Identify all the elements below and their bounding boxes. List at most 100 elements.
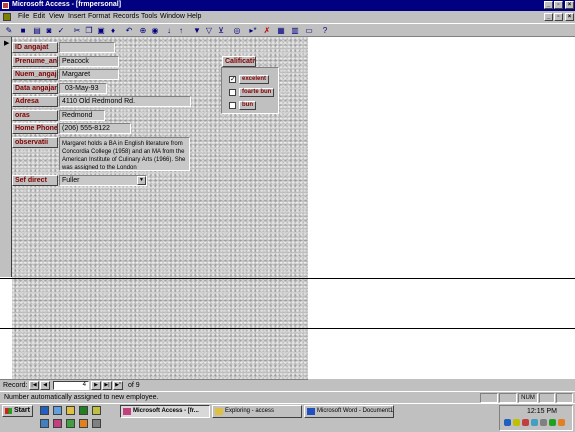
menu-format[interactable]: Format	[88, 13, 110, 20]
print-preview-icon[interactable]: ◙	[44, 26, 54, 35]
minimize-button[interactable]: _	[544, 1, 553, 9]
record-selector[interactable]: ▶	[0, 37, 12, 277]
cut-icon[interactable]: ✂	[72, 26, 82, 35]
form-control-menu-icon[interactable]	[3, 13, 11, 21]
menu-tools[interactable]: Tools	[141, 13, 157, 20]
save-icon[interactable]: ■	[18, 26, 28, 35]
delete-record-icon[interactable]: ✗	[262, 26, 272, 35]
print-icon[interactable]: ▤	[32, 26, 42, 35]
quicklaunch-explorer-icon[interactable]	[40, 406, 49, 415]
bun-checkbox[interactable]	[229, 102, 236, 109]
quicklaunch-desktop-icon[interactable]	[92, 406, 101, 415]
spelling-icon[interactable]: ✓	[56, 26, 66, 35]
menu-view[interactable]: View	[49, 13, 64, 20]
section-divider	[0, 278, 575, 279]
volume-icon[interactable]	[513, 419, 520, 426]
quicklaunch-channels-icon[interactable]	[79, 406, 88, 415]
menu-help[interactable]: Help	[187, 13, 201, 20]
oras-field[interactable]: Redmond	[59, 110, 105, 121]
antivirus-icon[interactable]	[549, 419, 556, 426]
filter-by-form-icon[interactable]: ▽	[204, 26, 214, 35]
label-adresa: Adresa	[12, 96, 58, 107]
hyperlink-icon[interactable]: ⊕	[138, 26, 148, 35]
doc-close-button[interactable]: ×	[565, 13, 574, 21]
network-icon[interactable]	[504, 419, 511, 426]
first-record-button[interactable]: |◀	[29, 381, 39, 390]
menu-edit[interactable]: Edit	[33, 13, 45, 20]
quicklaunch-tool-icon[interactable]	[92, 419, 101, 428]
menu-file[interactable]: File	[18, 13, 29, 20]
start-label: Start	[14, 407, 30, 414]
new-record-button[interactable]: ▶*	[113, 381, 123, 390]
previous-record-button[interactable]: ◀	[40, 381, 50, 390]
prenume-field[interactable]: Peacock	[59, 56, 119, 67]
record-label: Record:	[3, 382, 28, 389]
dropdown-arrow-icon[interactable]: ▼	[137, 176, 146, 185]
adresa-field[interactable]: 4110 Old Redmond Rd.	[59, 96, 191, 107]
maximize-button[interactable]: ▫	[554, 1, 563, 9]
system-tray: 12:15 PM	[499, 405, 573, 431]
clock[interactable]: 12:15 PM	[527, 408, 557, 415]
menu-window[interactable]: Window	[160, 13, 185, 20]
start-button[interactable]: Start	[2, 405, 33, 417]
quicklaunch-ie-icon[interactable]	[53, 406, 62, 415]
next-record-button[interactable]: ▶	[91, 381, 101, 390]
quicklaunch-access-icon[interactable]	[53, 419, 62, 428]
quicklaunch-powerpoint-icon[interactable]	[79, 419, 88, 428]
last-record-button[interactable]: ▶|	[102, 381, 112, 390]
record-count: of 9	[128, 382, 140, 389]
find-icon[interactable]: ◎	[232, 26, 242, 35]
paste-icon[interactable]: ▣	[96, 26, 106, 35]
task-exploring[interactable]: Exploring - access	[212, 405, 302, 418]
folder-icon	[215, 408, 223, 415]
access-key-icon[interactable]	[2, 2, 9, 9]
status-panel	[499, 393, 517, 403]
help-icon[interactable]: ?	[320, 26, 330, 35]
filter-by-selection-icon[interactable]: ▼	[192, 26, 202, 35]
scheduler-icon[interactable]	[522, 419, 529, 426]
task-word[interactable]: Microsoft Word - Document1	[304, 405, 394, 418]
menu-records[interactable]: Records	[113, 13, 139, 20]
apply-filter-icon[interactable]: ⊻	[216, 26, 226, 35]
label-observatii: observatii	[12, 137, 58, 148]
label-home-phone: Home Phone	[12, 123, 58, 134]
status-bar: Number automatically assigned to new emp…	[0, 391, 575, 403]
close-button[interactable]: ×	[565, 1, 574, 9]
foarte-bun-checkbox[interactable]	[229, 89, 236, 96]
web-toolbar-icon[interactable]: ◉	[150, 26, 160, 35]
sort-descending-icon[interactable]: ↑	[176, 26, 186, 35]
menu-insert[interactable]: Insert	[68, 13, 86, 20]
new-object-icon[interactable]: ▭	[304, 26, 314, 35]
sef-direct-combo[interactable]: Fuller ▼	[59, 175, 147, 186]
database-window-icon[interactable]: ▥	[290, 26, 300, 35]
quicklaunch-outlook-icon[interactable]	[66, 406, 75, 415]
quicklaunch-word-icon[interactable]	[40, 419, 49, 428]
current-record-arrow-icon: ▶	[4, 40, 10, 47]
copy-icon[interactable]: ❐	[84, 26, 94, 35]
calificativ-group-label: Calificativ	[222, 56, 256, 67]
id-angajat-field[interactable]	[59, 42, 115, 53]
task-label: Exploring - access	[225, 408, 275, 414]
observatii-memo-field[interactable]: Margaret holds a BA in English literatur…	[59, 137, 190, 171]
new-record-icon[interactable]: ▸*	[248, 26, 258, 35]
label-sef-direct: Sef direct	[12, 175, 58, 186]
current-record-input[interactable]: 4	[53, 381, 89, 390]
format-painter-icon[interactable]: ♦	[108, 26, 118, 35]
task-access[interactable]: Microsoft Access - [fr...	[120, 405, 210, 418]
properties-icon[interactable]: ▦	[276, 26, 286, 35]
task-tray-icon[interactable]	[558, 419, 565, 426]
display-icon[interactable]	[531, 419, 538, 426]
doc-restore-button[interactable]: ▫	[554, 13, 563, 21]
sort-ascending-icon[interactable]: ↓	[164, 26, 174, 35]
quicklaunch-excel-icon[interactable]	[66, 419, 75, 428]
home-phone-field[interactable]: (206) 555-8122	[59, 123, 131, 134]
design-view-icon[interactable]: ✎	[4, 26, 14, 35]
access-icon	[123, 408, 131, 415]
label-id-angajat: ID angajat	[12, 42, 58, 53]
undo-icon[interactable]: ↶	[124, 26, 134, 35]
data-angajarii-field[interactable]: 03-May-93	[59, 83, 107, 94]
nume-angajat-field[interactable]: Margaret	[59, 69, 119, 80]
power-icon[interactable]	[540, 419, 547, 426]
doc-minimize-button[interactable]: _	[544, 13, 553, 21]
excelent-checkbox[interactable]: ✓	[229, 76, 236, 83]
